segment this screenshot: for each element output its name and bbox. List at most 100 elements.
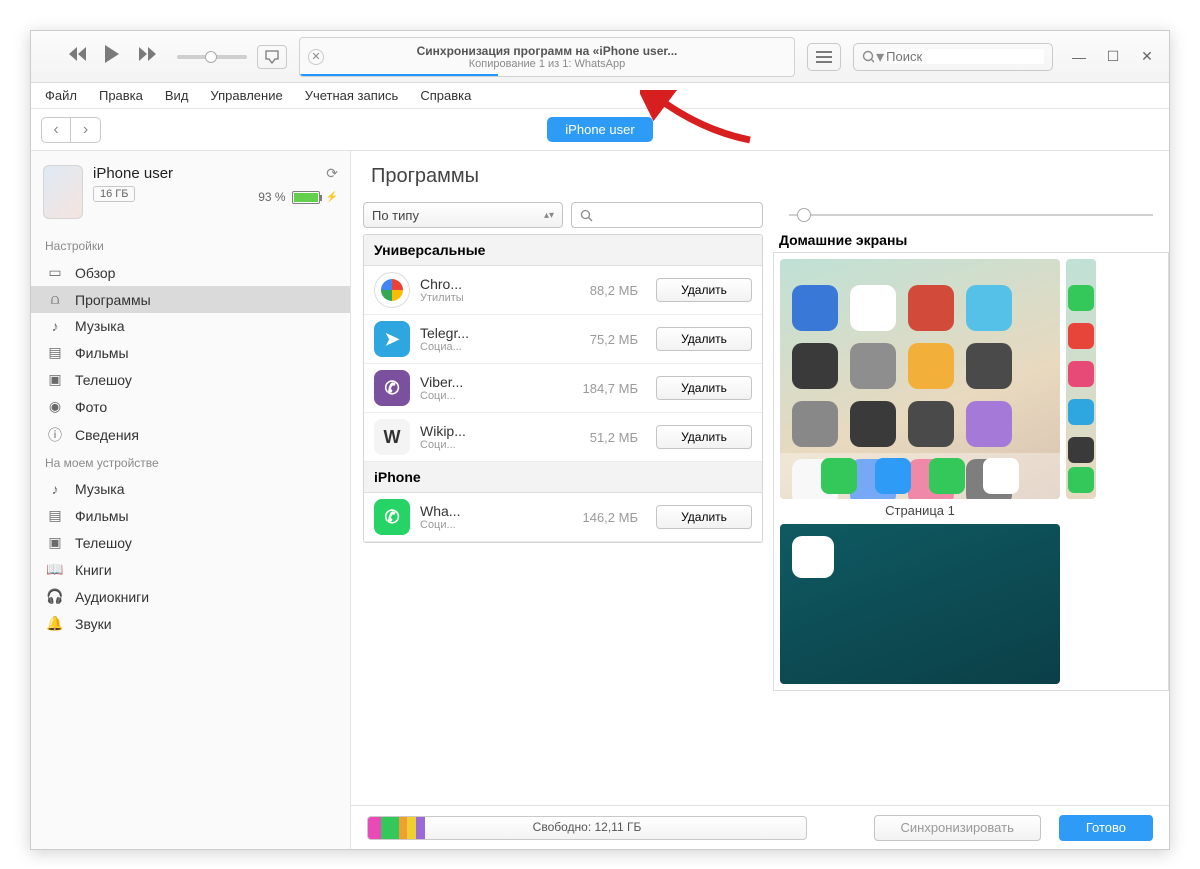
itunes-window: ✕ Синхронизация программ на «iPhone user… <box>30 30 1170 850</box>
prev-button[interactable] <box>69 47 87 66</box>
device-summary: iPhone user 16 ГБ ⟳ 93 % ⚡ <box>31 151 350 233</box>
settings-header: Настройки <box>31 233 350 259</box>
nav-forward-button[interactable]: › <box>71 117 101 143</box>
menu-account[interactable]: Учетная запись <box>305 88 399 103</box>
dock-icon <box>983 458 1019 494</box>
sidebar-item-Телешоу[interactable]: ▣Телешоу <box>31 366 350 393</box>
app-row[interactable]: Chro...Утилиты88,2 МБУдалить <box>364 266 762 315</box>
app-icon <box>374 272 410 308</box>
menu-edit[interactable]: Правка <box>99 88 143 103</box>
app-size: 75,2 МБ <box>568 332 638 347</box>
remove-button[interactable]: Удалить <box>656 376 752 400</box>
home-screen-2[interactable] <box>1066 259 1096 499</box>
app-name: Chro... <box>420 276 558 292</box>
play-button[interactable] <box>105 45 121 68</box>
annotation-arrow <box>640 90 760 150</box>
sidebar-item-Музыка[interactable]: ♪Музыка <box>31 476 350 502</box>
app-category: Соци... <box>420 390 558 402</box>
app-icon <box>792 343 838 389</box>
battery-icon <box>292 191 320 204</box>
home-screen-1[interactable]: Страница 1 <box>780 259 1060 684</box>
app-size: 88,2 МБ <box>568 283 638 298</box>
search-icon <box>580 209 593 222</box>
app-row[interactable]: ➤Telegr...Социа...75,2 МБУдалить <box>364 315 762 364</box>
maximize-button[interactable]: ☐ <box>1101 45 1125 69</box>
done-button[interactable]: Готово <box>1059 815 1153 841</box>
app-icon <box>792 285 838 331</box>
sidebar-item-Обзор[interactable]: ▭Обзор <box>31 259 350 286</box>
view-list-button[interactable] <box>807 43 841 71</box>
charging-icon: ⚡ <box>326 192 338 203</box>
sort-select[interactable]: По типу ▴▾ <box>363 202 563 228</box>
app-icon <box>908 285 954 331</box>
remove-button[interactable]: Удалить <box>656 505 752 529</box>
sidebar-item-Программы[interactable]: ⩍Программы <box>31 286 350 313</box>
remove-button[interactable]: Удалить <box>656 425 752 449</box>
device-pill[interactable]: iPhone user <box>547 117 652 142</box>
app-icon <box>1068 437 1094 463</box>
search-input[interactable] <box>886 49 1044 64</box>
page-label: Страница 1 <box>780 503 1060 518</box>
menu-view[interactable]: Вид <box>165 88 189 103</box>
sidebar-icon: ▤ <box>45 344 65 361</box>
dock-icon <box>929 458 965 494</box>
nav-back-button[interactable]: ‹ <box>41 117 71 143</box>
home-screens-column: Домашние экраны Страница 1 <box>773 202 1169 805</box>
sidebar-item-Сведения[interactable]: ⓘСведения <box>31 420 350 450</box>
sync-progress <box>300 74 498 76</box>
sidebar-label: Звуки <box>75 616 112 632</box>
app-row[interactable]: ✆Viber...Соци...184,7 МБУдалить <box>364 364 762 413</box>
menu-help[interactable]: Справка <box>420 88 471 103</box>
sidebar-icon: ▤ <box>45 507 65 524</box>
next-button[interactable] <box>139 47 157 66</box>
battery-indicator: 93 % ⚡ <box>258 190 338 204</box>
sidebar-icon: 🎧 <box>45 588 65 605</box>
app-name: Viber... <box>420 374 558 390</box>
sidebar-item-Аудиокниги[interactable]: 🎧 Аудиокниги <box>31 583 350 610</box>
sidebar-icon: ◉ <box>45 398 65 415</box>
sidebar-icon: ♪ <box>45 318 65 334</box>
sidebar-label: Аудиокниги <box>75 589 149 605</box>
volume-slider[interactable] <box>177 55 247 59</box>
menu-file[interactable]: Файл <box>45 88 77 103</box>
remove-button[interactable]: Удалить <box>656 278 752 302</box>
chevron-down-icon: ▾ <box>876 47 884 67</box>
app-icon <box>850 285 896 331</box>
sidebar-item-Телешоу[interactable]: ▣Телешоу <box>31 529 350 556</box>
close-button[interactable]: ✕ <box>1135 45 1159 69</box>
app-icon <box>850 343 896 389</box>
sidebar-icon: ⓘ <box>45 425 65 445</box>
free-space-label: Свободно: 12,11 ГБ <box>368 820 806 834</box>
status-subtitle: Копирование 1 из 1: WhatsApp <box>469 58 626 70</box>
remove-button[interactable]: Удалить <box>656 327 752 351</box>
zoom-slider[interactable] <box>773 202 1169 228</box>
sidebar-item-Фото[interactable]: ◉ Фото <box>31 393 350 420</box>
app-icon: ✆ <box>374 370 410 406</box>
sidebar-label: Фильмы <box>75 345 129 361</box>
sidebar-item-Книги[interactable]: 📖Книги <box>31 556 350 583</box>
content-pane: Программы По типу ▴▾ УниверсальныеChro..… <box>351 151 1169 849</box>
minimize-button[interactable]: — <box>1067 45 1091 69</box>
airplay-button[interactable] <box>257 45 287 69</box>
sidebar-label: Телешоу <box>75 372 132 388</box>
sidebar-item-Звуки[interactable]: 🔔Звуки <box>31 610 350 637</box>
sidebar-label: Фото <box>75 399 107 415</box>
app-row[interactable]: ✆Wha...Соци...146,2 МБУдалить <box>364 493 762 542</box>
app-category: Социа... <box>420 341 558 353</box>
cancel-sync-button[interactable]: ✕ <box>308 49 324 65</box>
app-row[interactable]: WWikip...Соци...51,2 МБУдалить <box>364 413 762 462</box>
app-size: 146,2 МБ <box>568 510 638 525</box>
dock-icon <box>821 458 857 494</box>
sync-icon[interactable]: ⟳ <box>326 165 338 182</box>
sync-status: ✕ Синхронизация программ на «iPhone user… <box>299 37 795 77</box>
app-search[interactable] <box>571 202 763 228</box>
sidebar-item-Фильмы[interactable]: ▤ Фильмы <box>31 339 350 366</box>
sidebar-item-Музыка[interactable]: ♪Музыка <box>31 313 350 339</box>
search-field[interactable]: ▾ <box>853 43 1053 71</box>
search-icon <box>862 50 874 64</box>
sync-button[interactable]: Синхронизировать <box>874 815 1041 841</box>
home-screen-3[interactable] <box>780 524 1060 684</box>
sidebar-item-Фильмы[interactable]: ▤Фильмы <box>31 502 350 529</box>
app-icon: ✆ <box>374 499 410 535</box>
menu-controls[interactable]: Управление <box>210 88 282 103</box>
